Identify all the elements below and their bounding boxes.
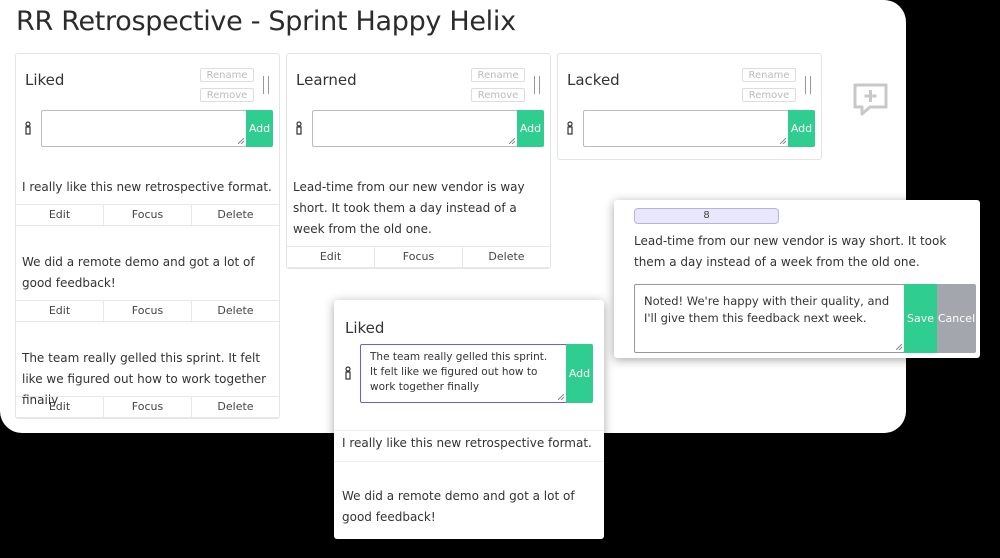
resize-grip-icon[interactable] <box>896 344 902 350</box>
delete-button[interactable]: Delete <box>192 397 279 417</box>
edit-card-input-value: The team really gelled this sprint. It f… <box>370 351 548 393</box>
card-text: Lead-time from our new vendor is way sho… <box>293 180 525 236</box>
new-card-input[interactable] <box>583 110 789 147</box>
card-actions: Edit Focus Delete <box>287 246 550 268</box>
rename-button[interactable]: Rename <box>200 68 254 82</box>
delete-button[interactable]: Delete <box>192 301 279 321</box>
reply-input[interactable]: Noted! We're happy with their quality, a… <box>634 284 905 353</box>
page-title: RR Retrospective - Sprint Happy Helix <box>16 6 516 37</box>
rename-button[interactable]: Rename <box>471 68 525 82</box>
card-actions: Edit Focus Delete <box>16 396 279 418</box>
drag-handle-icon[interactable] <box>805 76 811 94</box>
add-card-button[interactable]: Add <box>788 110 815 147</box>
divider <box>334 461 604 462</box>
column-title: Liked <box>345 319 385 337</box>
card-text: I really like this new retrospective for… <box>342 436 592 450</box>
new-card-input[interactable] <box>312 110 518 147</box>
card-text: Lead-time from our new vendor is way sho… <box>634 234 947 269</box>
add-card-button[interactable]: Add <box>246 110 273 147</box>
column-learned: Learned Rename Remove Add Lead-time from… <box>286 53 551 269</box>
resize-grip-icon[interactable] <box>780 138 786 144</box>
edit-button[interactable]: Edit <box>16 301 104 321</box>
add-card-button[interactable]: Add <box>566 344 593 403</box>
remove-button[interactable]: Remove <box>200 88 254 102</box>
focus-button[interactable]: Focus <box>104 397 192 417</box>
cancel-button[interactable]: Cancel <box>937 284 976 353</box>
card-actions: Edit Focus Delete <box>16 204 279 226</box>
column-title: Learned <box>296 71 357 89</box>
drag-handle-icon[interactable] <box>534 76 540 94</box>
card-text: We did a remote demo and got a lot of go… <box>342 489 575 524</box>
card-text: I really like this new retrospective for… <box>22 180 272 194</box>
new-card-input[interactable] <box>41 110 247 147</box>
edit-button[interactable]: Edit <box>16 205 104 225</box>
card-text: We did a remote demo and got a lot of go… <box>22 255 255 290</box>
edit-card-input[interactable]: The team really gelled this sprint. It f… <box>360 344 567 403</box>
save-button[interactable]: Save <box>904 284 937 353</box>
remove-button[interactable]: Remove <box>742 88 796 102</box>
resize-grip-icon[interactable] <box>509 138 515 144</box>
anonymous-icon[interactable] <box>294 121 304 135</box>
anonymous-icon[interactable] <box>23 121 33 135</box>
edit-button[interactable]: Edit <box>287 247 375 267</box>
focus-button[interactable]: Focus <box>104 205 192 225</box>
resize-grip-icon[interactable] <box>558 394 564 400</box>
resize-grip-icon[interactable] <box>238 138 244 144</box>
focus-button[interactable]: Focus <box>375 247 463 267</box>
add-comment-icon[interactable] <box>852 82 889 118</box>
column-liked: Liked Rename Remove Add I really like th… <box>15 53 280 419</box>
anonymous-icon[interactable] <box>343 366 353 380</box>
column-title: Liked <box>25 71 65 89</box>
delete-button[interactable]: Delete <box>463 247 550 267</box>
reply-input-value: Noted! We're happy with their quality, a… <box>644 294 890 325</box>
divider <box>334 430 604 431</box>
edit-button[interactable]: Edit <box>16 397 104 417</box>
card-actions: Edit Focus Delete <box>16 300 279 322</box>
drag-handle-icon[interactable] <box>263 76 269 94</box>
anonymous-icon[interactable] <box>565 121 575 135</box>
focus-button[interactable]: Focus <box>104 301 192 321</box>
edit-column-popup: Liked The team really gelled this sprint… <box>334 300 604 539</box>
remove-button[interactable]: Remove <box>471 88 525 102</box>
column-title: Lacked <box>567 71 620 89</box>
add-card-button[interactable]: Add <box>517 110 544 147</box>
column-lacked: Lacked Rename Remove Add <box>557 53 822 160</box>
vote-count-badge: 8 <box>634 208 779 224</box>
rename-button[interactable]: Rename <box>742 68 796 82</box>
focus-popup: 8 Lead-time from our new vendor is way s… <box>614 200 980 358</box>
delete-button[interactable]: Delete <box>192 205 279 225</box>
